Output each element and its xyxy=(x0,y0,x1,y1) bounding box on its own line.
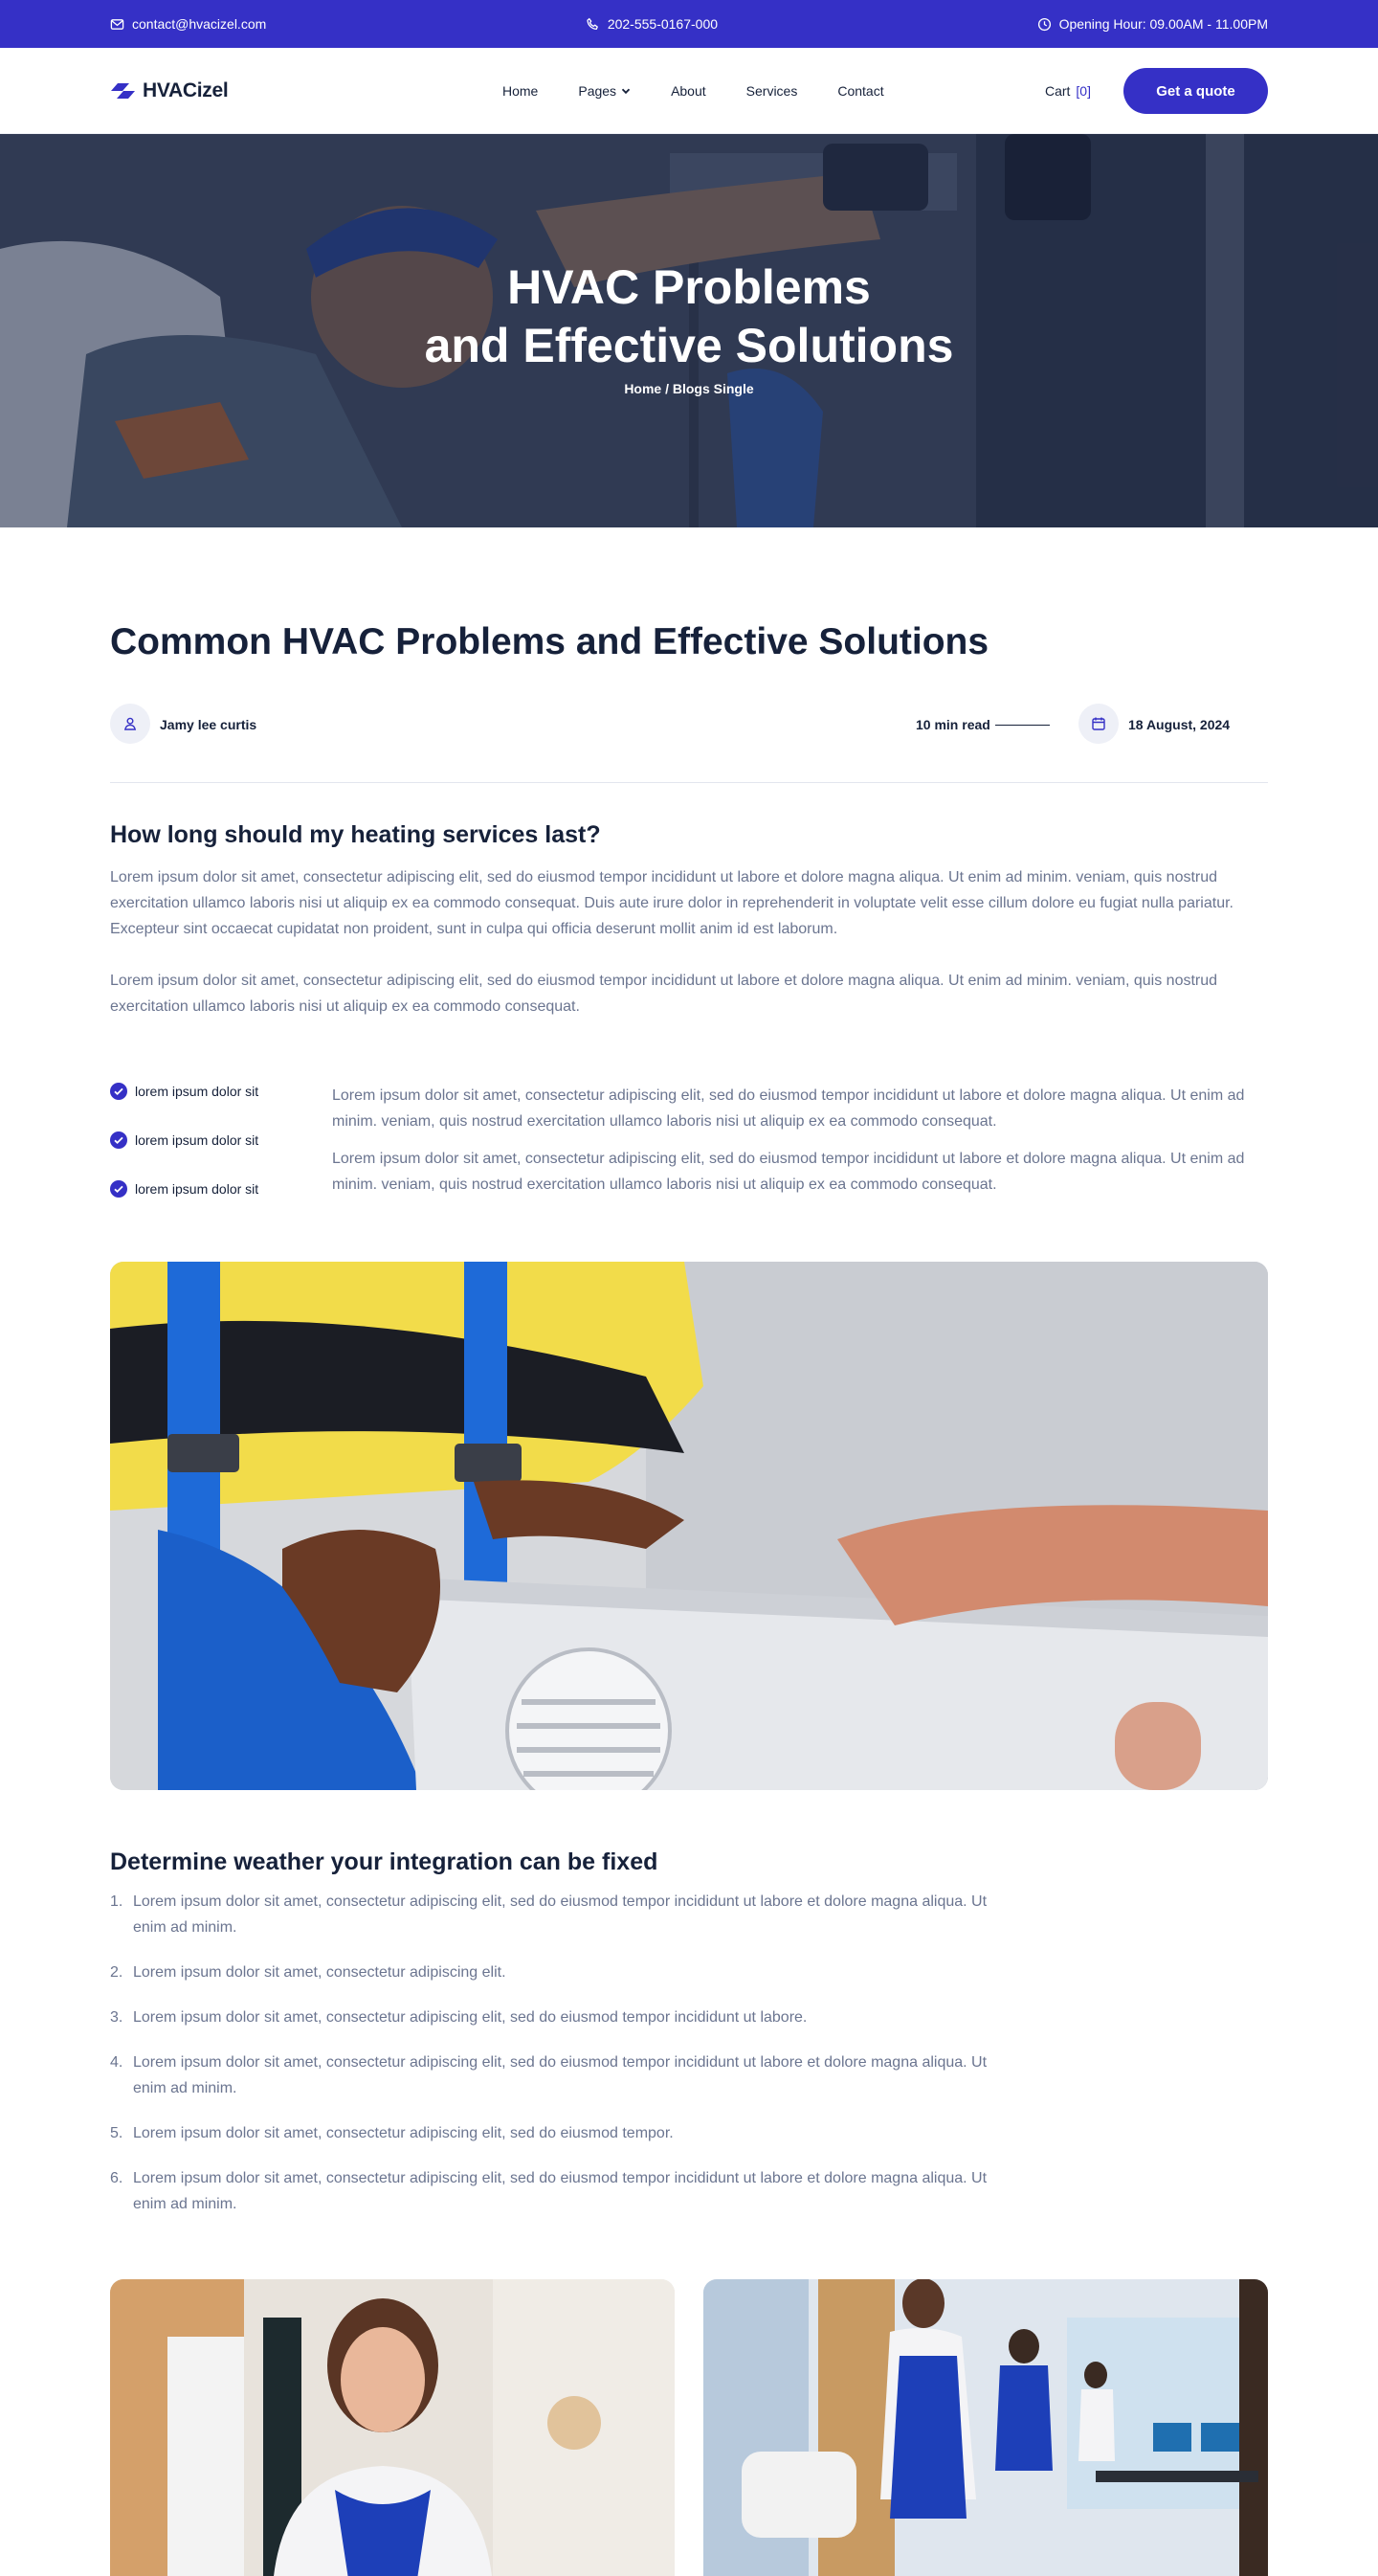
list-item: 5. Lorem ipsum dolor sit amet, consectetu… xyxy=(110,2120,990,2146)
nav-about[interactable]: About xyxy=(671,83,706,99)
ac-unit-repair-image xyxy=(110,1262,1268,1790)
author-name[interactable]: Jamy lee curtis xyxy=(160,717,256,732)
checklist-label: lorem ipsum dolor sit xyxy=(135,1181,259,1197)
calendar-icon xyxy=(1092,717,1105,730)
hero-title-line-1: HVAC Problems xyxy=(507,260,871,314)
top-bar: contact@hvacizel.com 202-555-0167-000 Op… xyxy=(0,0,1378,48)
logo[interactable]: HVACizel xyxy=(110,78,229,102)
cart-label: Cart xyxy=(1044,83,1071,99)
list-item: 6. Lorem ipsum dolor sit amet, consectetu… xyxy=(110,2165,990,2217)
phone-icon xyxy=(587,17,598,30)
check-circle-icon xyxy=(110,1131,127,1149)
list-item: 4. Lorem ipsum dolor sit amet, consectetu… xyxy=(110,2050,990,2101)
read-time: 10 min read xyxy=(916,717,990,732)
checklist-label: lorem ipsum dolor sit xyxy=(135,1084,259,1099)
cleaner-portrait-image xyxy=(110,2279,675,2576)
email-text: contact@hvacizel.com xyxy=(132,16,267,32)
nav-services-label: Services xyxy=(745,83,798,99)
list-text: Lorem ipsum dolor sit amet, consectetur … xyxy=(133,1893,988,1936)
meta-divider xyxy=(110,782,1268,783)
list-text: Lorem ipsum dolor sit amet, consectetur … xyxy=(133,2170,988,2212)
nav-home[interactable]: Home xyxy=(502,83,538,99)
topbar-hours: Opening Hour: 09.00AM - 11.00PM xyxy=(1037,16,1268,32)
cart-link[interactable]: Cart [0] xyxy=(1045,83,1091,99)
list-number: 1. xyxy=(110,1893,123,1910)
list-text: Lorem ipsum dolor sit amet, consectetur … xyxy=(133,2009,808,2026)
article-meta: Jamy lee curtis 10 min read 18 August, 2… xyxy=(110,704,1268,746)
list-text: Lorem ipsum dolor sit amet, consectetur … xyxy=(133,2054,988,2096)
nav-about-label: About xyxy=(671,83,706,99)
checklist-side-text: Lorem ipsum dolor sit amet, consectetur … xyxy=(332,1083,1268,1209)
side-paragraph-1: Lorem ipsum dolor sit amet, consectetur … xyxy=(332,1087,1245,1130)
hero-title: HVAC Problems and Effective Solutions xyxy=(0,258,1378,375)
breadcrumb[interactable]: Home / Blogs Single xyxy=(0,381,1378,396)
list-item: 3. Lorem ipsum dolor sit amet, consectetu… xyxy=(110,2005,990,2030)
checklist-item: lorem ipsum dolor sit xyxy=(110,1081,311,1102)
nav-pages-label: Pages xyxy=(578,83,617,99)
steps-list: 1. Lorem ipsum dolor sit amet, consectetu… xyxy=(110,1889,990,2236)
list-number: 6. xyxy=(110,2170,123,2186)
section-heading-integration: Determine weather your integration can b… xyxy=(110,1848,658,1875)
list-number: 4. xyxy=(110,2054,123,2071)
nav-contact-label: Contact xyxy=(837,83,884,99)
photo-gallery xyxy=(110,2279,1268,2576)
logo-text: HVACizel xyxy=(143,78,229,101)
list-text: Lorem ipsum dolor sit amet, consectetur … xyxy=(133,2125,674,2141)
phone-text: 202-555-0167-000 xyxy=(607,16,719,32)
check-circle-icon xyxy=(110,1083,127,1100)
date-badge xyxy=(1078,704,1119,744)
check-circle-icon xyxy=(110,1180,127,1198)
nav-menu: Home Pages About Services Contact xyxy=(502,48,924,134)
nav-right: Cart [0] Get a quote xyxy=(1045,48,1268,134)
main-nav: HVACizel Home Pages About Services Conta… xyxy=(0,48,1378,134)
chevron-down-icon xyxy=(621,88,631,95)
topbar-phone[interactable]: 202-555-0167-000 xyxy=(586,16,718,32)
side-paragraph-2: Lorem ipsum dolor sit amet, consectetur … xyxy=(332,1151,1245,1193)
author-avatar xyxy=(110,704,150,744)
cart-count: [0] xyxy=(1076,83,1091,99)
section-paragraph-1: Lorem ipsum dolor sit amet, consectetur … xyxy=(110,869,1234,937)
section-paragraph-2: Lorem ipsum dolor sit amet, consectetur … xyxy=(110,973,1218,1015)
checklist-item: lorem ipsum dolor sit xyxy=(110,1130,311,1151)
nav-pages[interactable]: Pages xyxy=(578,83,631,99)
nav-home-label: Home xyxy=(502,83,539,99)
list-item: 2. Lorem ipsum dolor sit amet, consectetu… xyxy=(110,1960,990,1985)
article-title: Common HVAC Problems and Effective Solut… xyxy=(110,621,989,662)
hours-text: Opening Hour: 09.00AM - 11.00PM xyxy=(1058,16,1268,32)
mail-icon xyxy=(110,18,124,30)
cleaner-portrait-photo xyxy=(110,2279,675,2576)
get-quote-button[interactable]: Get a quote xyxy=(1123,68,1268,114)
clock-icon xyxy=(1037,17,1051,31)
list-number: 2. xyxy=(110,1964,123,1981)
office-cleaning-photo xyxy=(703,2279,1268,2576)
publish-date: 18 August, 2024 xyxy=(1128,717,1231,732)
list-item: 1. Lorem ipsum dolor sit amet, consectetu… xyxy=(110,1889,990,1940)
technician-repair-photo xyxy=(110,1262,1268,1790)
checklist-label: lorem ipsum dolor sit xyxy=(135,1132,259,1148)
office-cleaning-image xyxy=(703,2279,1268,2576)
logo-mark-icon xyxy=(111,82,135,99)
feature-checklist: lorem ipsum dolor sit lorem ipsum dolor … xyxy=(110,1081,311,1227)
checklist-item: lorem ipsum dolor sit xyxy=(110,1178,311,1199)
page-hero: HVAC Problems and Effective Solutions Ho… xyxy=(0,134,1378,527)
read-time-divider xyxy=(995,725,1050,726)
list-number: 5. xyxy=(110,2125,123,2141)
list-number: 3. xyxy=(110,2009,123,2026)
nav-contact[interactable]: Contact xyxy=(837,83,883,99)
section-heading-heating: How long should my heating services last… xyxy=(110,821,601,848)
list-text: Lorem ipsum dolor sit amet, consectetur … xyxy=(133,1964,506,1981)
hero-title-line-2: and Effective Solutions xyxy=(424,319,954,372)
nav-services[interactable]: Services xyxy=(746,83,798,99)
topbar-email[interactable]: contact@hvacizel.com xyxy=(110,16,266,32)
user-icon xyxy=(123,717,137,730)
